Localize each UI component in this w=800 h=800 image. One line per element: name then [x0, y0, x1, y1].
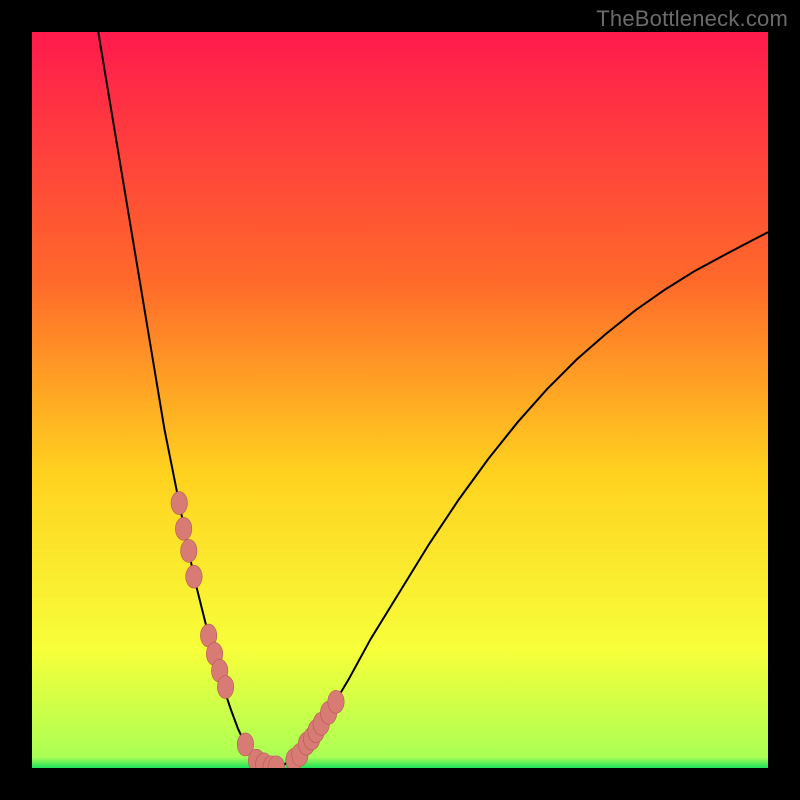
watermark-text: TheBottleneck.com [596, 6, 788, 32]
marker-point [175, 517, 191, 540]
chart-plot [32, 32, 768, 768]
chart-frame: TheBottleneck.com [0, 0, 800, 800]
gradient-background [32, 32, 768, 768]
marker-point [328, 690, 344, 713]
marker-point [171, 492, 187, 515]
marker-point [217, 676, 233, 699]
marker-point [181, 539, 197, 562]
marker-point [186, 565, 202, 588]
